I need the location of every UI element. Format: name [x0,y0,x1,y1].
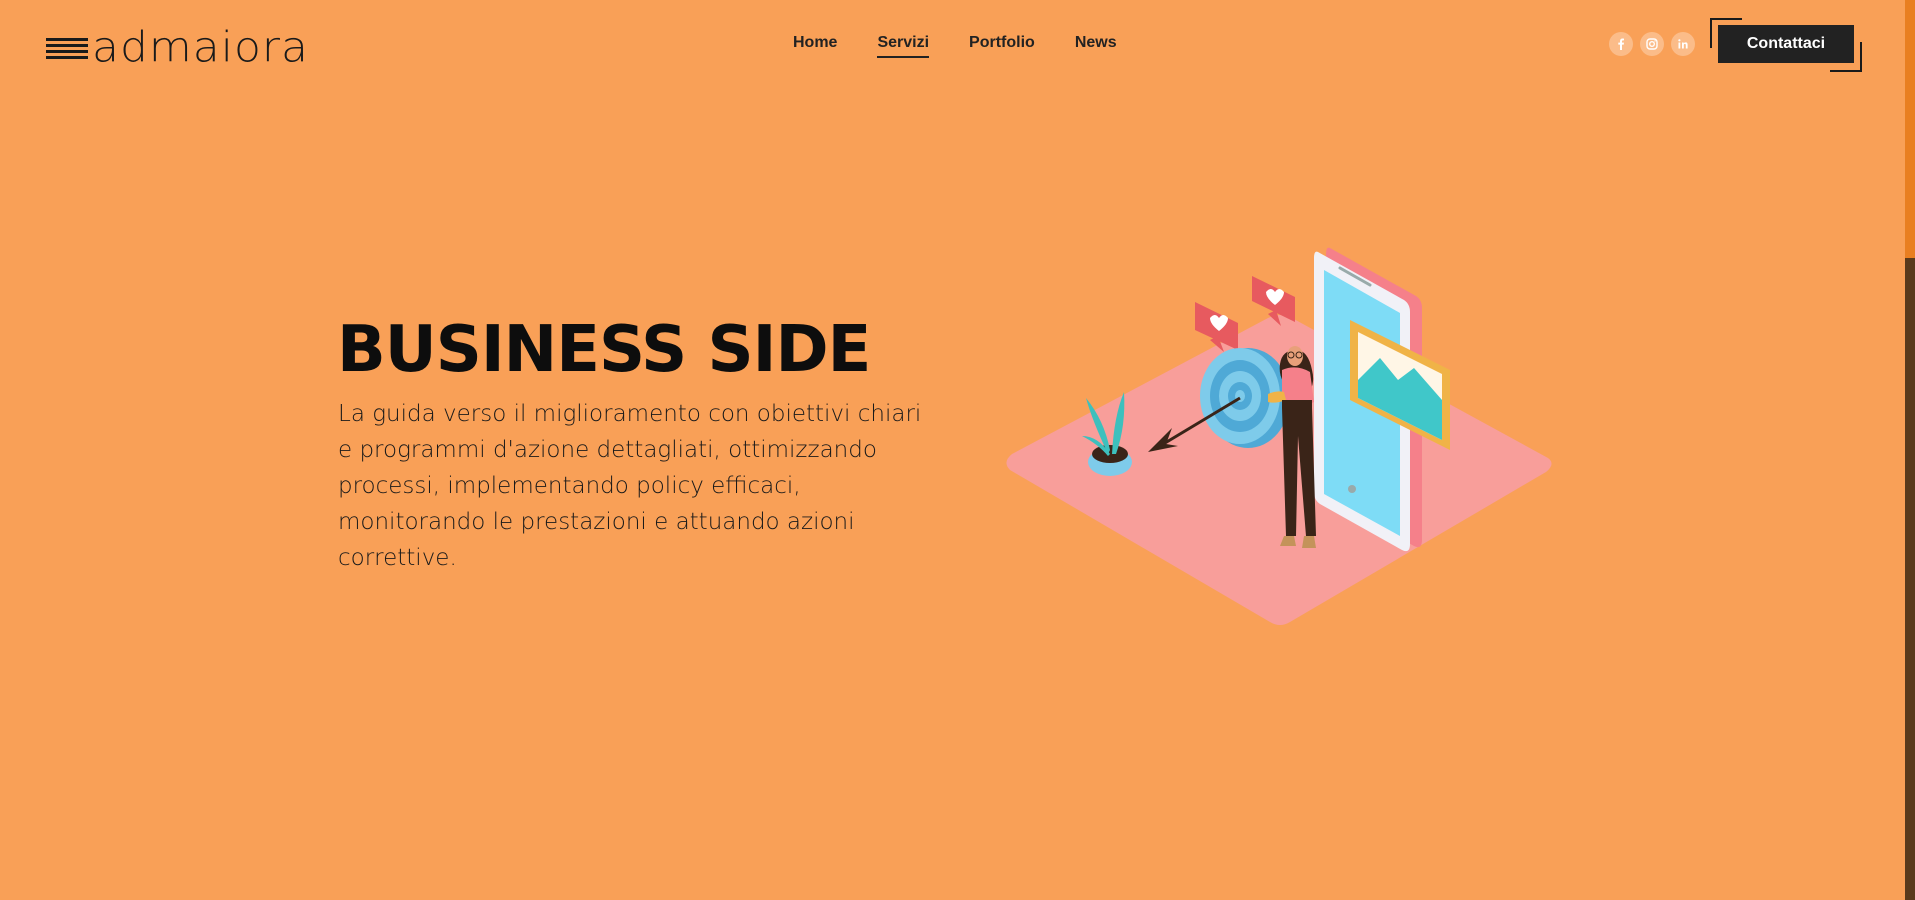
logo-text: admaiora [92,23,309,72]
hero-description: La guida verso il miglioramento con obie… [338,401,922,571]
scrollbar-thumb[interactable] [1905,258,1915,900]
logo-mark-icon [46,38,88,59]
contact-button-wrapper: Contattaci [1710,18,1862,72]
main-nav: Home Servizi Portfolio News [793,34,1117,58]
business-target-illustration [1006,247,1552,625]
nav-servizi[interactable]: Servizi [877,34,929,58]
contact-button[interactable]: Contattaci [1718,25,1854,63]
hero-title: BUSINESS SIDE [337,313,871,387]
nav-home[interactable]: Home [793,34,837,58]
logo[interactable]: admaiora [46,26,309,70]
social-links [1609,32,1695,56]
facebook-icon[interactable] [1609,32,1633,56]
nav-portfolio[interactable]: Portfolio [969,34,1035,58]
linkedin-icon[interactable] [1671,32,1695,56]
instagram-icon[interactable] [1640,32,1664,56]
nav-news[interactable]: News [1075,34,1117,58]
